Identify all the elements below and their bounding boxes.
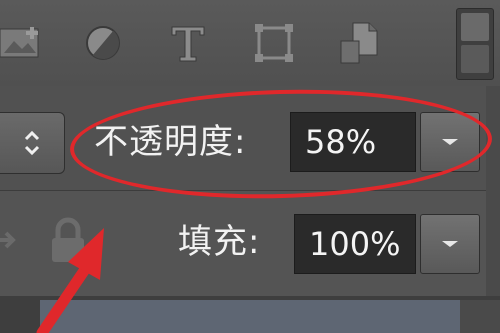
annotation-arrow [36,228,104,333]
